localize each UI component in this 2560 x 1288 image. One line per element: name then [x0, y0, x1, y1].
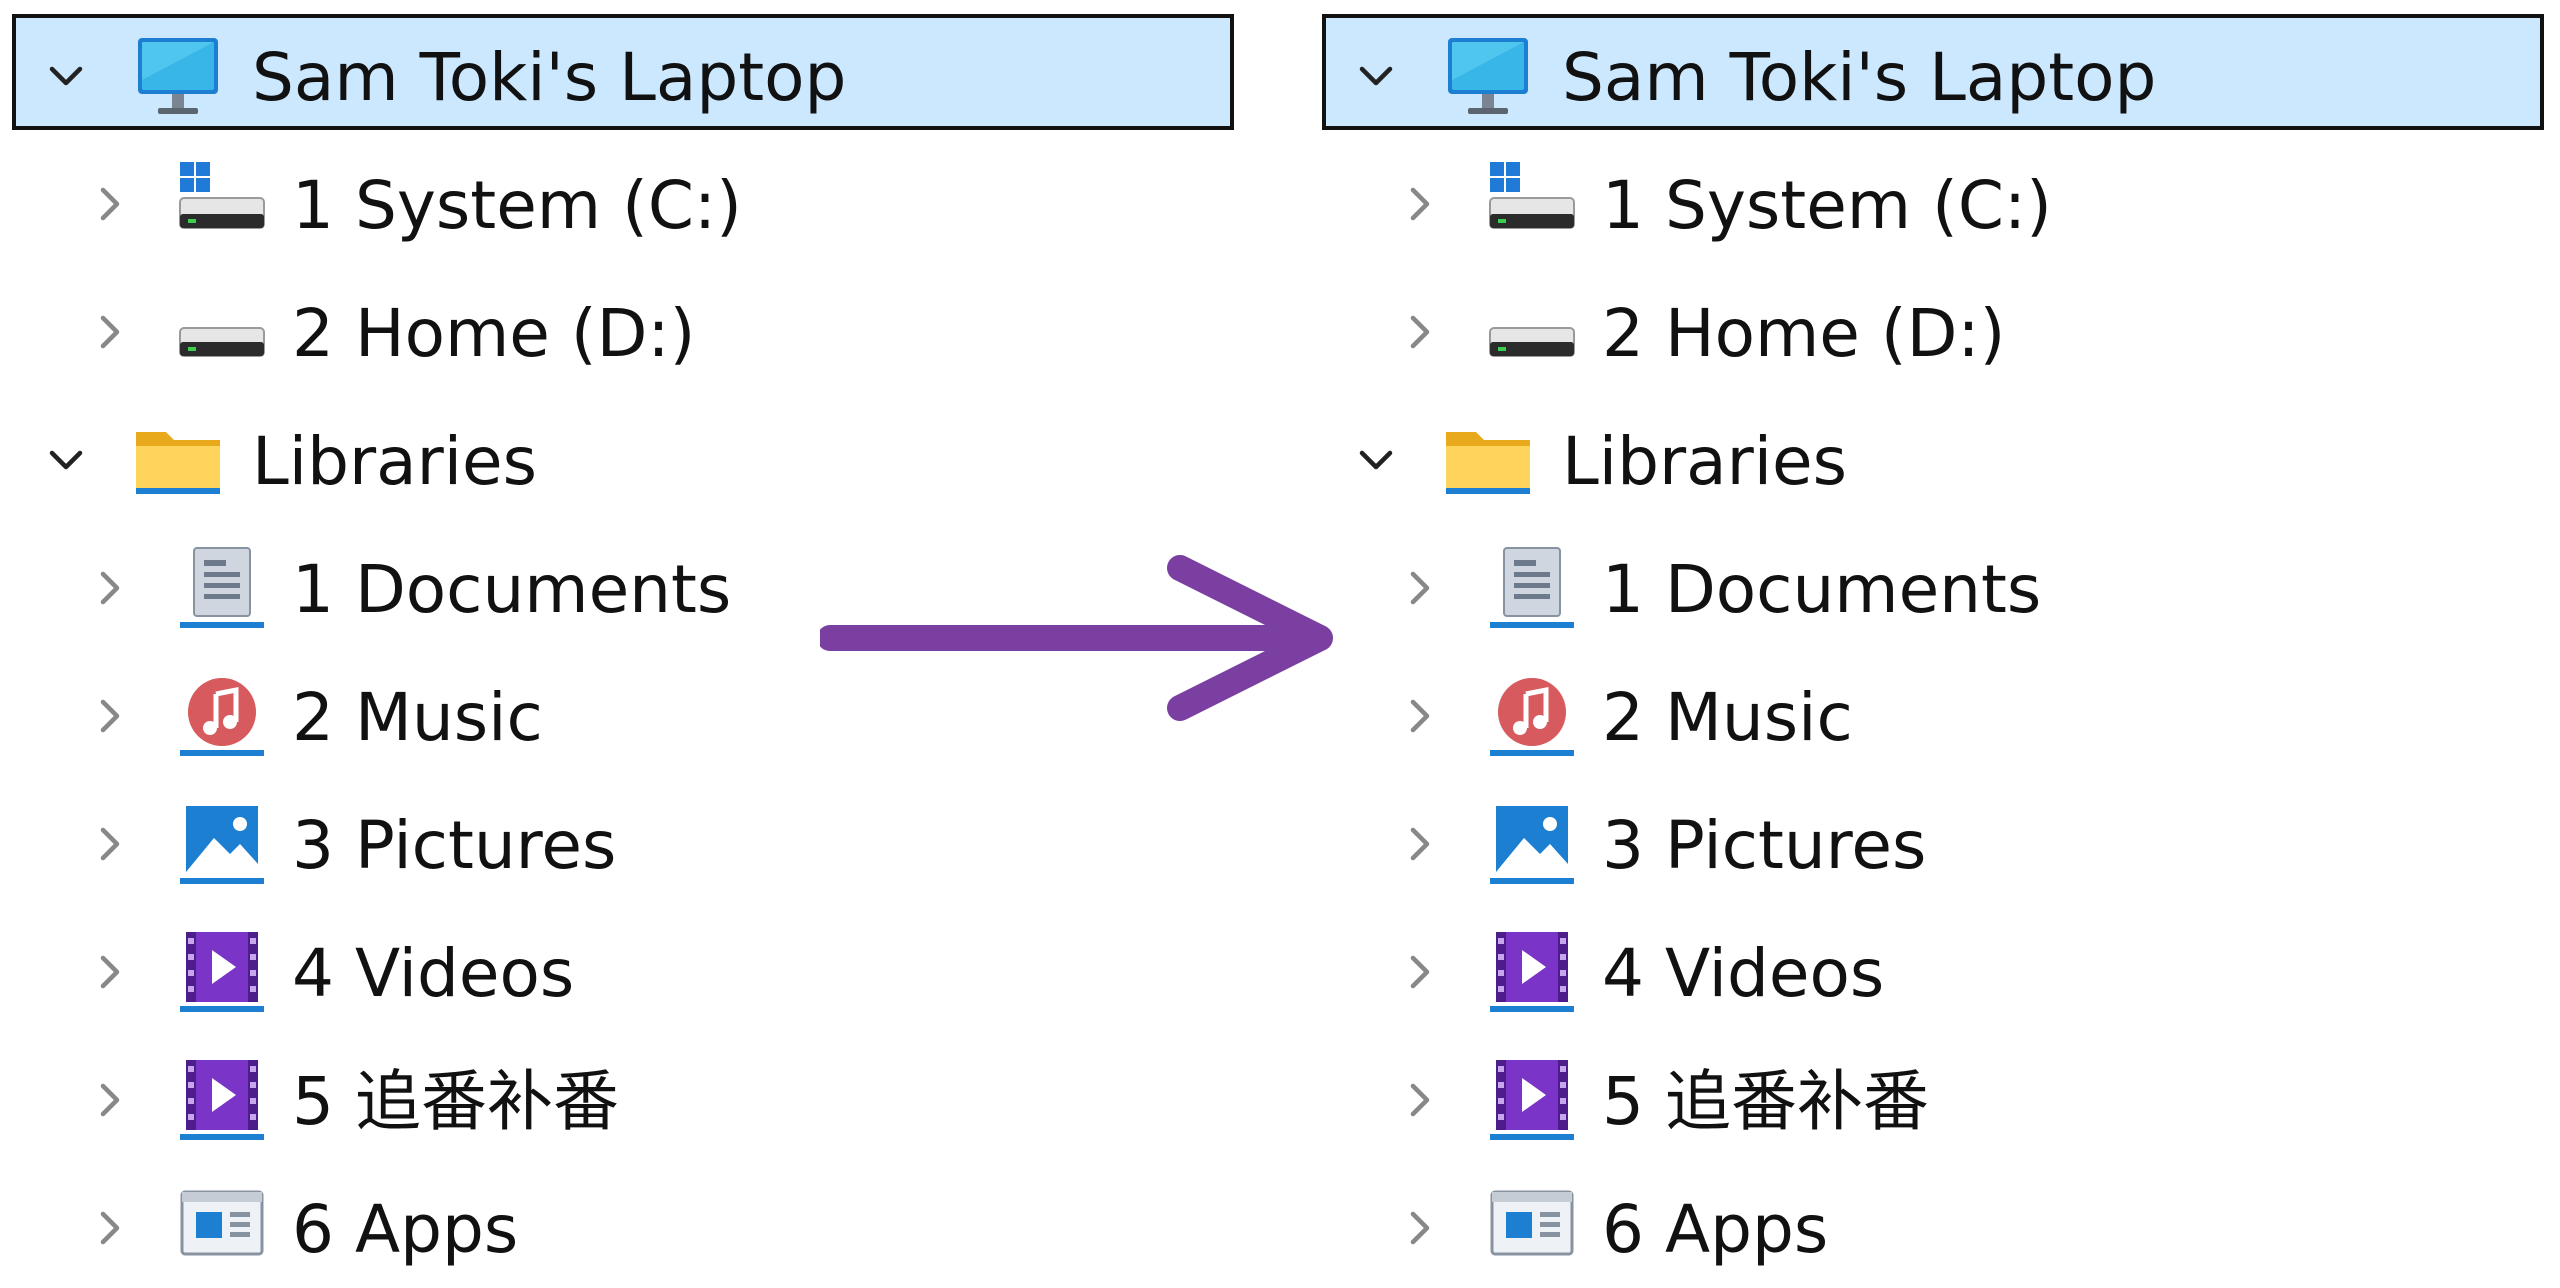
chevron-right-icon[interactable]: [1400, 184, 1440, 224]
right-arrow-icon: [820, 550, 1340, 730]
tree-item[interactable]: 1 Documents: [1310, 524, 2542, 648]
tree-item-label: 3 Pictures: [292, 807, 617, 884]
chevron-right-icon[interactable]: [1400, 568, 1440, 608]
videos-icon: [176, 926, 268, 1018]
tree-item-label: 1 Documents: [1602, 551, 2042, 628]
chevron-right-icon[interactable]: [90, 184, 130, 224]
tree-item[interactable]: 3 Pictures: [1310, 780, 2542, 904]
tree-item-label: 6 Apps: [1602, 1191, 1829, 1268]
documents-icon: [176, 542, 268, 634]
tree-item-label: 2 Music: [292, 679, 543, 756]
chevron-down-icon[interactable]: [1356, 440, 1396, 480]
tree-item[interactable]: 2 Music: [1310, 652, 2542, 776]
apps-icon: [176, 1182, 268, 1274]
tree-item-label: 1 System (C:): [1602, 167, 2052, 244]
chevron-right-icon[interactable]: [90, 696, 130, 736]
tree-item[interactable]: 6 Apps: [1310, 1164, 2542, 1288]
computer-icon: [132, 30, 224, 122]
tree-item-label: 4 Videos: [292, 935, 575, 1012]
tree-item[interactable]: Sam Toki's Laptop: [0, 12, 1234, 136]
tree-item[interactable]: 6 Apps: [0, 1164, 1232, 1288]
pictures-icon: [176, 798, 268, 890]
chevron-down-icon[interactable]: [1356, 56, 1396, 96]
tree-item-label: 4 Videos: [1602, 935, 1885, 1012]
chevron-right-icon[interactable]: [1400, 312, 1440, 352]
tree-item-label: Sam Toki's Laptop: [1562, 39, 2157, 116]
chevron-right-icon[interactable]: [1400, 696, 1440, 736]
tree-item[interactable]: Libraries: [0, 396, 1232, 520]
tree-panel-after: Sam Toki's Laptop 1 System (C:) 2 Home (…: [1310, 0, 2544, 1280]
tree-item[interactable]: 5 追番补番: [1310, 1036, 2542, 1160]
computer-icon: [1442, 30, 1534, 122]
tree-item[interactable]: 5 追番补番: [0, 1036, 1232, 1160]
tree-item-label: 5 追番补番: [292, 1063, 619, 1140]
apps-icon: [1486, 1182, 1578, 1274]
chevron-right-icon[interactable]: [1400, 824, 1440, 864]
chevron-right-icon[interactable]: [90, 1080, 130, 1120]
tree-item-label: Libraries: [252, 423, 538, 500]
tree-item[interactable]: Sam Toki's Laptop: [1310, 12, 2544, 136]
chevron-right-icon[interactable]: [1400, 1080, 1440, 1120]
tree-item-label: 1 Documents: [292, 551, 732, 628]
chevron-right-icon[interactable]: [90, 952, 130, 992]
chevron-right-icon[interactable]: [1400, 952, 1440, 992]
tree-item[interactable]: 4 Videos: [1310, 908, 2542, 1032]
tree-item-label: 2 Home (D:): [1602, 295, 2006, 372]
tree-item[interactable]: Libraries: [1310, 396, 2542, 520]
tree-item-label: 2 Home (D:): [292, 295, 696, 372]
chevron-right-icon[interactable]: [90, 568, 130, 608]
system-drive-icon: [176, 158, 268, 250]
music-icon: [1486, 670, 1578, 762]
chevron-right-icon[interactable]: [90, 824, 130, 864]
drive-icon: [176, 286, 268, 378]
folder-icon: [1442, 414, 1534, 506]
videos-icon: [1486, 1054, 1578, 1146]
chevron-right-icon[interactable]: [90, 1208, 130, 1248]
tree-item-label: 6 Apps: [292, 1191, 519, 1268]
tree-item-label: 2 Music: [1602, 679, 1853, 756]
tree-item-label: Libraries: [1562, 423, 1848, 500]
tree-item[interactable]: 1 System (C:): [1310, 140, 2542, 264]
videos-icon: [1486, 926, 1578, 1018]
tree-item[interactable]: 3 Pictures: [0, 780, 1232, 904]
chevron-down-icon[interactable]: [46, 440, 86, 480]
tree-item-label: 1 System (C:): [292, 167, 742, 244]
system-drive-icon: [1486, 158, 1578, 250]
chevron-down-icon[interactable]: [46, 56, 86, 96]
pictures-icon: [1486, 798, 1578, 890]
videos-icon: [176, 1054, 268, 1146]
documents-icon: [1486, 542, 1578, 634]
tree-item[interactable]: 1 System (C:): [0, 140, 1232, 264]
tree-item[interactable]: 2 Home (D:): [0, 268, 1232, 392]
tree-item-label: Sam Toki's Laptop: [252, 39, 847, 116]
music-icon: [176, 670, 268, 762]
drive-icon: [1486, 286, 1578, 378]
tree-item-label: 3 Pictures: [1602, 807, 1927, 884]
tree-item-label: 5 追番补番: [1602, 1063, 1929, 1140]
chevron-right-icon[interactable]: [90, 312, 130, 352]
tree-item[interactable]: 2 Home (D:): [1310, 268, 2542, 392]
tree-item[interactable]: 4 Videos: [0, 908, 1232, 1032]
chevron-right-icon[interactable]: [1400, 1208, 1440, 1248]
folder-icon: [132, 414, 224, 506]
